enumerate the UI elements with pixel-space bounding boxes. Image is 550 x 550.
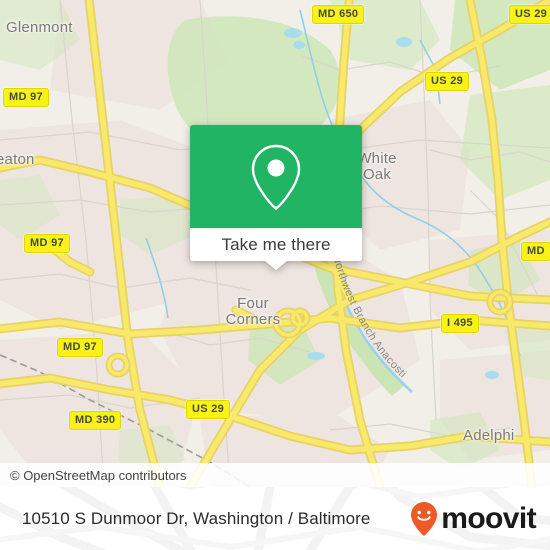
road-shield-md-390[interactable]: MD 390 — [69, 411, 122, 430]
moovit-wordmark: moovit — [441, 501, 536, 535]
moovit-map-screen: Northwest Branch Anacostia River Glenmon… — [0, 0, 550, 550]
map-pin-icon — [251, 144, 301, 210]
footer-bar: 10510 S Dunmoor Dr, Washington / Baltimo… — [0, 487, 550, 550]
callout-footer[interactable]: Take me there — [190, 228, 362, 261]
map-label-glenmont: Glenmont — [6, 19, 73, 36]
callout-header — [190, 125, 362, 228]
road-shield-md-650[interactable]: MD 650 — [312, 5, 365, 24]
road-shield-us-29-upper[interactable]: US 29 — [425, 72, 470, 91]
take-me-there-button[interactable]: Take me there — [221, 235, 330, 255]
location-callout[interactable]: Take me there — [190, 125, 362, 270]
road-shield-md-97-left[interactable]: MD 97 — [24, 234, 70, 253]
openstreetmap-attribution[interactable]: © OpenStreetMap contributors — [10, 468, 187, 483]
map-label-four-corners: Four Corners — [225, 295, 281, 328]
road-shield-i-495[interactable]: I 495 — [441, 314, 479, 333]
callout-tail-pointer — [265, 261, 287, 270]
map-label-adelphi: Adelphi — [463, 427, 515, 444]
road-shield-us-29-lower[interactable]: US 29 — [186, 400, 231, 419]
road-shield-md-97-topleft[interactable]: MD 97 — [3, 88, 49, 107]
road-shield-md-right[interactable]: MD — [521, 242, 550, 261]
moovit-smiling-pin-icon — [411, 501, 438, 536]
road-shield-md-97-lower[interactable]: MD 97 — [57, 338, 103, 357]
road-shield-us-29-topright[interactable]: US 29 — [509, 5, 550, 24]
map-label-wheaton: eaton — [0, 151, 35, 168]
address-text: 10510 S Dunmoor Dr, Washington / Baltimo… — [22, 508, 371, 528]
moovit-logo[interactable]: moovit — [409, 501, 537, 537]
